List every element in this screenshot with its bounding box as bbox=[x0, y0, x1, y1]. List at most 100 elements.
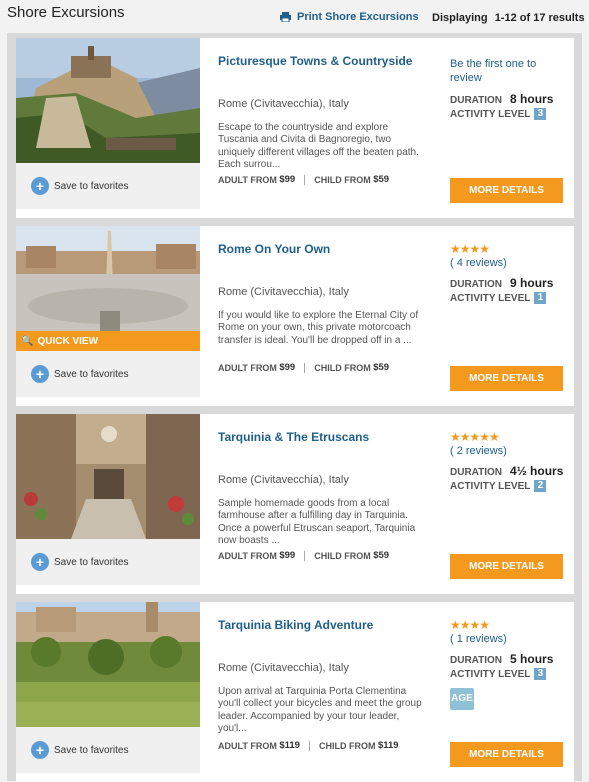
reviews-link[interactable]: ( 1 reviews) bbox=[450, 633, 507, 645]
activity-level-label: ACTIVITY LEVEL bbox=[450, 480, 531, 492]
adult-price: $99 bbox=[279, 174, 296, 185]
activity-level-badge: 3 bbox=[534, 668, 547, 680]
child-price-label: CHILD FROM bbox=[314, 174, 371, 185]
duration-value: 8 hours bbox=[510, 92, 554, 106]
activity-level-label: ACTIVITY LEVEL bbox=[450, 668, 531, 680]
excursion-image[interactable]: 🔍 QUICK VIEW bbox=[16, 226, 200, 351]
price-divider bbox=[304, 362, 306, 373]
plus-heart-icon: + bbox=[31, 177, 49, 195]
excursion-title[interactable]: Tarquinia Biking Adventure bbox=[218, 618, 418, 633]
print-excursions-link[interactable]: Print Shore Excursions bbox=[280, 11, 419, 23]
duration-label: DURATION bbox=[450, 467, 503, 478]
save-to-favorites-label: Save to favorites bbox=[54, 180, 129, 192]
excursion-image[interactable] bbox=[16, 414, 200, 539]
plus-heart-icon: + bbox=[31, 553, 49, 571]
excursion-description: Sample homemade goods from a local farmh… bbox=[218, 498, 416, 546]
excursion-card: + Save to favorites Tarquinia Biking Adv… bbox=[16, 602, 574, 782]
activity-level: ACTIVITY LEVEL 2 bbox=[450, 480, 547, 492]
excursion-info: Picturesque Towns & Countryside Rome (Ci… bbox=[218, 38, 433, 218]
quick-view-button[interactable]: 🔍 QUICK VIEW bbox=[16, 331, 200, 351]
activity-level-label: ACTIVITY LEVEL bbox=[450, 292, 531, 304]
excursion-card: 🔍 QUICK VIEW + Save to favorites Rome On… bbox=[16, 226, 574, 406]
child-price: $59 bbox=[373, 550, 390, 561]
activity-level-badge: 1 bbox=[534, 292, 547, 304]
reviews-link[interactable]: ( 4 reviews) bbox=[450, 257, 507, 269]
rating-stars: ★★★★★ bbox=[450, 430, 500, 444]
first-review-link[interactable]: Be the first one to review bbox=[450, 57, 560, 85]
page-header: Shore Excursions Print Shore Excursions … bbox=[0, 0, 589, 33]
adult-price-label: ADULT FROM bbox=[218, 174, 277, 185]
child-price: $59 bbox=[373, 362, 390, 373]
excursion-meta: ★★★★ ( 4 reviews) DURATION 9 hours ACTIV… bbox=[450, 226, 574, 406]
child-price: $119 bbox=[377, 740, 399, 751]
excursion-info: Rome On Your Own Rome (Civitavecchia), I… bbox=[218, 226, 433, 406]
excursion-meta: ★★★★ ( 1 reviews) DURATION 5 hours ACTIV… bbox=[450, 602, 574, 782]
excursion-description: Escape to the countryside and explore Tu… bbox=[218, 122, 419, 170]
excursion-location: Rome (Civitavecchia), Italy bbox=[218, 98, 349, 110]
more-details-button[interactable]: MORE DETAILS bbox=[450, 742, 563, 767]
print-link-label[interactable]: Print Shore Excursions bbox=[297, 11, 419, 23]
rating-stars: ★★★★ bbox=[450, 618, 490, 632]
save-to-favorites-label: Save to favorites bbox=[54, 556, 129, 568]
adult-price-label: ADULT FROM bbox=[218, 362, 277, 373]
plus-heart-icon: + bbox=[31, 741, 49, 759]
page-title: Shore Excursions bbox=[7, 4, 125, 21]
activity-level-badge: 3 bbox=[534, 108, 547, 120]
duration-value: 4½ hours bbox=[510, 464, 564, 478]
excursion-title[interactable]: Picturesque Towns & Countryside bbox=[218, 54, 418, 69]
more-details-button[interactable]: MORE DETAILS bbox=[450, 554, 563, 579]
duration-label: DURATION bbox=[450, 655, 503, 666]
save-to-favorites-label: Save to favorites bbox=[54, 368, 129, 380]
adult-price: $99 bbox=[279, 362, 296, 373]
excursion-list: + Save to favorites Picturesque Towns & … bbox=[7, 33, 582, 782]
excursion-image[interactable] bbox=[16, 602, 200, 727]
save-to-favorites-label: Save to favorites bbox=[54, 744, 129, 756]
duration: DURATION 5 hours bbox=[450, 652, 553, 666]
price-divider bbox=[304, 550, 306, 561]
excursion-meta: Be the first one to review DURATION 8 ho… bbox=[450, 38, 574, 218]
duration: DURATION 8 hours bbox=[450, 92, 553, 106]
duration: DURATION 4½ hours bbox=[450, 464, 563, 478]
activity-level: ACTIVITY LEVEL 1 bbox=[450, 292, 547, 304]
duration-label: DURATION bbox=[450, 279, 503, 290]
adult-price-label: ADULT FROM bbox=[218, 550, 277, 561]
excursion-card: + Save to favorites Picturesque Towns & … bbox=[16, 38, 574, 218]
quick-view-label: QUICK VIEW bbox=[37, 335, 99, 347]
duration: DURATION 9 hours bbox=[450, 276, 553, 290]
excursion-prices: ADULT FROM $119 CHILD FROM $119 bbox=[218, 740, 399, 751]
excursion-info: Tarquinia Biking Adventure Rome (Civitav… bbox=[218, 602, 433, 782]
excursion-info: Tarquinia & The Etruscans Rome (Civitave… bbox=[218, 414, 433, 594]
duration-value: 5 hours bbox=[510, 652, 554, 666]
duration-value: 9 hours bbox=[510, 276, 554, 290]
child-price-label: CHILD FROM bbox=[318, 740, 376, 751]
printer-icon bbox=[280, 12, 291, 23]
child-price-label: CHILD FROM bbox=[314, 550, 371, 561]
child-price-label: CHILD FROM bbox=[314, 362, 371, 373]
activity-level-badge: 2 bbox=[534, 480, 547, 492]
activity-level-label: ACTIVITY LEVEL bbox=[450, 108, 531, 120]
excursion-description: If you would like to explore the Eternal… bbox=[218, 310, 419, 346]
save-to-favorites[interactable]: + Save to favorites bbox=[16, 351, 200, 397]
excursion-card: + Save to favorites Tarquinia & The Etru… bbox=[16, 414, 574, 594]
excursion-prices: ADULT FROM $99 CHILD FROM $59 bbox=[218, 174, 389, 185]
adult-price-label: ADULT FROM bbox=[218, 740, 277, 751]
excursion-location: Rome (Civitavecchia), Italy bbox=[218, 286, 349, 298]
duration-label: DURATION bbox=[450, 95, 503, 106]
child-price: $59 bbox=[373, 174, 390, 185]
reviews-link[interactable]: ( 2 reviews) bbox=[450, 445, 507, 457]
more-details-button[interactable]: MORE DETAILS bbox=[450, 366, 563, 391]
save-to-favorites[interactable]: + Save to favorites bbox=[16, 727, 200, 773]
excursion-image[interactable] bbox=[16, 38, 200, 163]
price-divider bbox=[308, 740, 310, 751]
rating-stars: ★★★★ bbox=[450, 242, 490, 256]
excursion-title[interactable]: Tarquinia & The Etruscans bbox=[218, 430, 418, 445]
more-details-button[interactable]: MORE DETAILS bbox=[450, 178, 563, 203]
save-to-favorites[interactable]: + Save to favorites bbox=[16, 539, 200, 585]
activity-level: ACTIVITY LEVEL 3 bbox=[450, 668, 547, 680]
search-icon: 🔍 bbox=[21, 335, 34, 347]
excursion-title[interactable]: Rome On Your Own bbox=[218, 242, 418, 257]
results-count: Displaying 1-12 of 17 results bbox=[432, 12, 585, 24]
adult-price: $99 bbox=[279, 550, 296, 561]
save-to-favorites[interactable]: + Save to favorites bbox=[16, 163, 200, 209]
age-badge: AGE bbox=[450, 688, 474, 710]
